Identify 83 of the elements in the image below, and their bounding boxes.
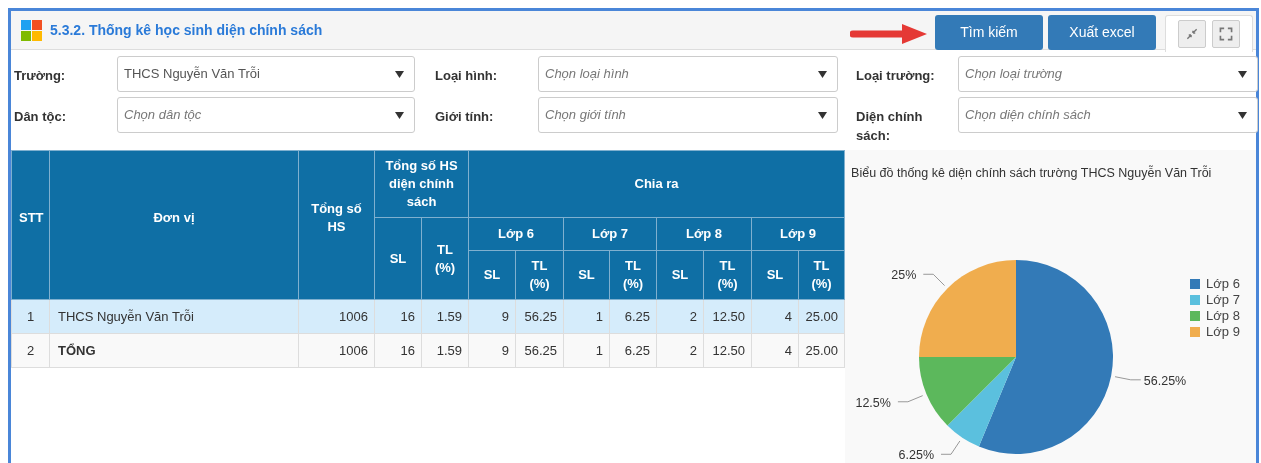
legend-label: Lớp 6 [1206,275,1240,294]
table-cell: 16 [374,333,422,368]
select-field[interactable]: Chọn loại hình [538,56,838,92]
table-cell: 1006 [298,333,375,368]
column-header: TL (%) [421,217,469,300]
select-field[interactable]: THCS Nguyễn Văn Trỗi [117,56,415,92]
column-header: TL (%) [515,250,564,300]
dropdown-icon [1238,111,1247,119]
leader-line [897,395,924,403]
column-header: Chia ra [468,150,845,218]
table-cell: 1 [563,333,610,368]
dropdown-icon [1238,70,1247,78]
dropdown-icon [395,111,404,119]
column-header: Đơn vị [49,150,299,300]
data-label: 25% [891,267,917,285]
leader-line [940,440,961,455]
column-header: SL [468,250,516,300]
column-header: SL [374,217,422,300]
legend-label: Lớp 7 [1206,291,1240,310]
column-header: STT [11,150,50,300]
data-label: 6.25% [898,447,934,463]
table-cell: 16 [374,299,422,334]
fullscreen-icon[interactable] [1212,20,1240,48]
field-label: Diện chính sách: [855,108,924,145]
field-label: Trường: [13,67,67,85]
leader-line [1114,376,1142,381]
column-header: Lớp 8 [656,217,752,251]
field-label: Loại trường: [855,67,936,85]
column-header: Tổng số HS [298,150,375,300]
table-cell: 2 [656,333,704,368]
dropdown-icon [818,70,827,78]
dropdown-icon [395,70,404,78]
table-cell: 12.50 [703,333,752,368]
table-cell: 1.59 [421,333,469,368]
select-field[interactable]: Chọn diện chính sách [958,97,1258,133]
table-cell: 56.25 [515,299,564,334]
table-cell: 1 [11,299,50,334]
select-field[interactable]: Chọn giới tính [538,97,838,133]
column-header: Lớp 6 [468,217,564,251]
collapse-icon[interactable] [1178,20,1206,48]
field-label: Dân tộc: [13,108,67,126]
table-cell: 4 [751,333,799,368]
column-header: Tổng số HS diện chính sách [374,150,469,218]
export-excel-button[interactable]: Xuất excel [1048,15,1156,50]
table-cell: 2 [11,333,50,368]
column-header: TL (%) [798,250,845,300]
windows-logo-icon [21,19,42,41]
column-header: SL [563,250,610,300]
leader-line [922,273,946,287]
table-cell: 6.25 [609,299,657,334]
table-cell: TỔNG [49,333,299,368]
arrow-icon [850,23,928,45]
data-label: 56.25% [1143,372,1187,390]
table-cell: 56.25 [515,333,564,368]
column-header: Lớp 7 [563,217,657,251]
data-label: 12.5% [855,394,891,412]
table-cell: THCS Nguyễn Văn Trỗi [49,299,299,334]
table-cell: 9 [468,299,516,334]
table-cell: 1 [563,299,610,334]
table-cell: 6.25 [609,333,657,368]
select-field[interactable]: Chọn loại trường [958,56,1258,92]
column-header: SL [656,250,704,300]
table-cell: 4 [751,299,799,334]
table-cell: 25.00 [798,333,845,368]
column-header: TL (%) [609,250,657,300]
search-button[interactable]: Tìm kiếm [935,15,1043,50]
table-cell: 25.00 [798,299,845,334]
field-label: Loại hình: [434,67,499,85]
select-field[interactable]: Chọn dân tộc [117,97,415,133]
legend-label: Lớp 8 [1206,307,1240,326]
column-header: Lớp 9 [751,217,845,251]
table-cell: 1006 [298,299,375,334]
table-cell: 2 [656,299,704,334]
legend-label: Lớp 9 [1206,323,1240,342]
column-header: SL [751,250,799,300]
field-label: Giới tính: [434,108,495,126]
table-cell: 1.59 [421,299,469,334]
dropdown-icon [818,111,827,119]
chart-title: Biểu đồ thống kê diện chính sách trường THCS Nguyễn Văn Trỗi [851,164,1212,182]
panel-title: 5.3.2. Thống kê học sinh diện chính sách [50,20,323,40]
column-header: TL (%) [703,250,752,300]
table-cell: 12.50 [703,299,752,334]
table-cell: 9 [468,333,516,368]
